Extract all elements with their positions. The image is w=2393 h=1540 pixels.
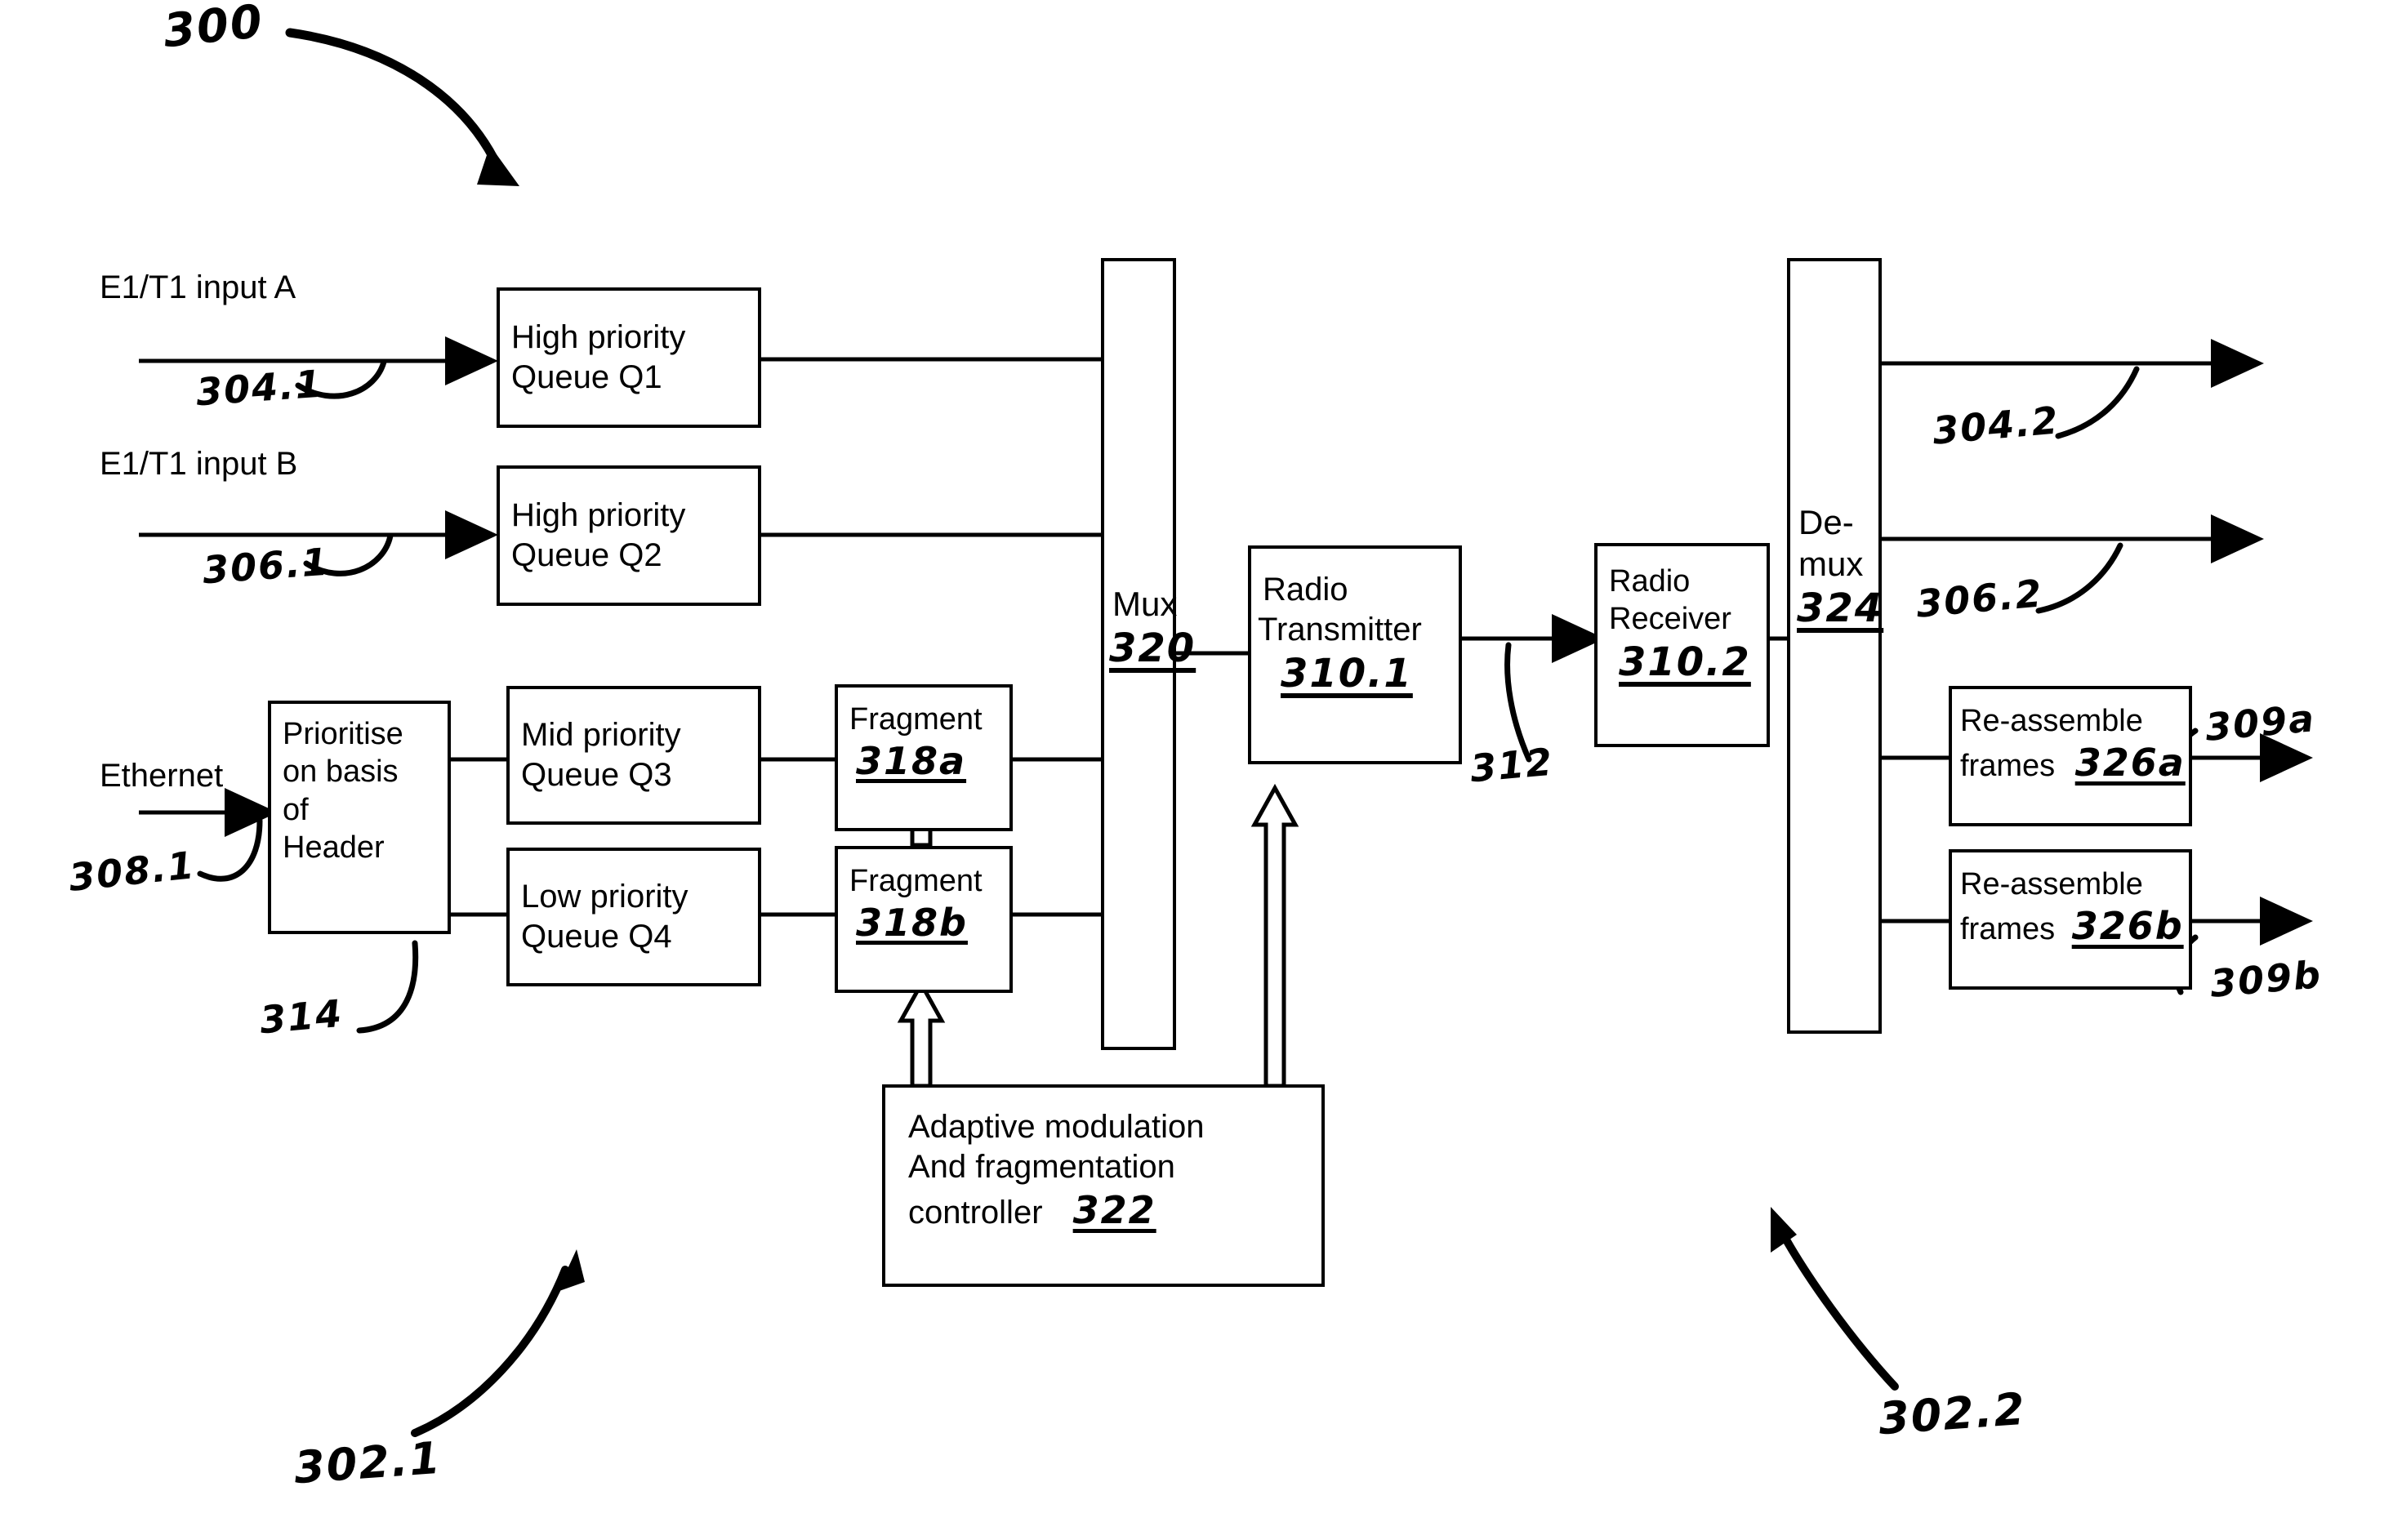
arrowhead-300 — [477, 145, 519, 186]
controller-line1: Adaptive modulation — [908, 1109, 1205, 1145]
queue-q2-line2: Queue Q2 — [511, 537, 662, 573]
arrowhead-302-2 — [1771, 1207, 1797, 1253]
queue-q4-line1: Low priority — [521, 879, 688, 915]
controller-to-radio-tx-arrow — [1250, 783, 1299, 1088]
leader-300 — [285, 28, 503, 172]
controller-ref: 322 — [1072, 1187, 1156, 1232]
queue-q3-line1: Mid priority — [521, 717, 681, 754]
ref-312: 312 — [1468, 739, 1556, 791]
reassemble-a-line1: Re-assemble — [1960, 704, 2143, 738]
reassemble-b-ref: 326b — [2071, 904, 2184, 949]
leader-302-2 — [1775, 1222, 1899, 1391]
input-a-label: E1/T1 input A — [100, 269, 296, 305]
ref-306-1: 306.1 — [201, 539, 332, 593]
radio-tx-line2: Transmitter — [1258, 611, 1422, 648]
prioritise-line4: Header — [283, 830, 385, 866]
ref-304-2: 304.2 — [1930, 398, 2061, 453]
fragment-a-box[interactable]: Fragment 318a — [835, 684, 1013, 831]
reassemble-b-line2: frames — [1960, 912, 2056, 947]
mux-box[interactable]: Mux 320 — [1101, 258, 1196, 1050]
mux-ref: 320 — [1109, 625, 1196, 672]
figure-ref-300: 300 — [160, 0, 266, 59]
ref-309b: 309b — [2208, 952, 2324, 1006]
ref-306-2: 306.2 — [1914, 571, 2045, 626]
leader-304-2 — [2055, 366, 2140, 439]
fragment-b-label: Fragment — [849, 864, 983, 898]
reassemble-a-line2: frames — [1960, 749, 2056, 784]
reassemble-b-box[interactable]: Re-assemble frames 326b — [1949, 849, 2192, 990]
reassemble-a-box[interactable]: Re-assemble frames 326a — [1949, 686, 2192, 826]
queue-q2-line1: High priority — [511, 497, 686, 534]
queue-q1-line2: Queue Q1 — [511, 359, 662, 395]
reassemble-b-line1: Re-assemble — [1960, 867, 2143, 901]
prioritise-line3: of — [283, 792, 309, 827]
ref-304-1: 304.1 — [194, 361, 325, 415]
leader-306-2 — [2035, 542, 2123, 614]
prioritise-line1: Prioritise — [283, 717, 403, 751]
fragment-a-ref: 318a — [856, 739, 967, 784]
fragment-b-ref: 318b — [856, 901, 968, 946]
queue-q1-line1: High priority — [511, 319, 686, 356]
prioritise-line2: on basis — [283, 754, 399, 790]
queue-q3-line2: Queue Q3 — [521, 757, 672, 793]
demux-line1: De- — [1798, 503, 1854, 541]
ref-309a: 309a — [2203, 696, 2318, 750]
controller-box[interactable]: Adaptive modulation And fragmentation co… — [882, 1084, 1325, 1287]
fragment-a-label: Fragment — [849, 702, 983, 737]
queue-q3-box[interactable]: Mid priority Queue Q3 — [506, 686, 761, 825]
mux-label: Mux — [1112, 585, 1178, 623]
ref-302-1: 302.1 — [292, 1431, 443, 1494]
prioritise-box[interactable]: Prioritise on basis of Header — [268, 701, 451, 934]
leader-308-1 — [197, 817, 263, 882]
queue-q4-line2: Queue Q4 — [521, 919, 672, 955]
controller-line2: And fragmentation — [908, 1148, 1175, 1185]
radio-tx-line1: Radio — [1263, 572, 1348, 608]
fragment-b-box[interactable]: Fragment 318b — [835, 846, 1013, 993]
controller-line3: controller — [908, 1194, 1043, 1231]
leader-302-1 — [411, 1266, 569, 1437]
demux-box[interactable]: De- mux 324 — [1787, 258, 1882, 1034]
ref-308-1: 308.1 — [66, 843, 198, 900]
reassemble-a-ref: 326a — [2074, 741, 2186, 786]
ref-302-2: 302.2 — [1877, 1382, 2028, 1445]
queue-q2-box[interactable]: High priority Queue Q2 — [497, 465, 761, 606]
controller-to-fragment-b-arrow — [897, 979, 946, 1088]
input-b-label: E1/T1 input B — [100, 446, 298, 482]
demux-ref: 324 — [1797, 585, 1884, 632]
ethernet-label: Ethernet — [100, 758, 224, 794]
radio-rx-line1: Radio — [1609, 564, 1691, 599]
radio-receiver-box[interactable]: Radio Receiver 310.2 — [1594, 543, 1770, 747]
radio-rx-ref: 310.2 — [1619, 639, 1751, 685]
radio-transmitter-box[interactable]: Radio Transmitter 310.1 — [1248, 545, 1462, 764]
radio-rx-line2: Receiver — [1609, 602, 1731, 637]
queue-q4-box[interactable]: Low priority Queue Q4 — [506, 848, 761, 986]
ref-314: 314 — [257, 990, 345, 1043]
queue-q1-box[interactable]: High priority Queue Q1 — [497, 287, 761, 428]
leader-314 — [356, 940, 419, 1034]
demux-line2: mux — [1798, 545, 1864, 584]
patent-figure-canvas: High priority Queue Q1 High priority Que… — [0, 0, 2393, 1540]
arrowhead-302-1 — [557, 1249, 585, 1292]
radio-tx-ref: 310.1 — [1281, 650, 1413, 697]
